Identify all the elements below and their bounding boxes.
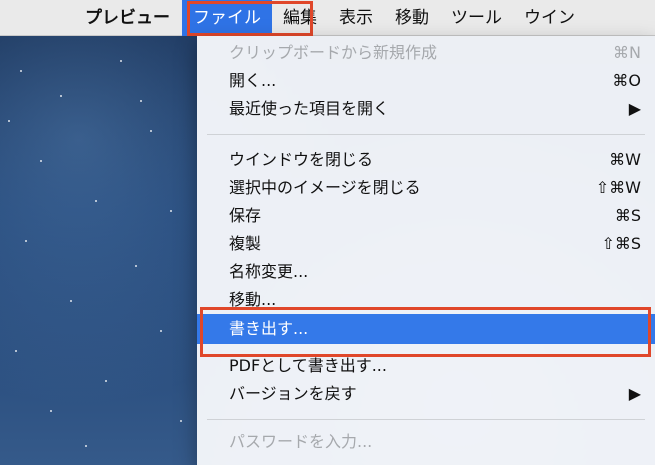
menu-item-label: 開く... — [229, 71, 277, 90]
menu-item-label: ウインドウを閉じる — [229, 150, 374, 169]
menu-separator — [207, 419, 645, 420]
menu-item-save[interactable]: 保存 ⌘S — [197, 202, 655, 230]
shortcut-label: ⌘W — [609, 150, 641, 169]
menubar-edit[interactable]: 編集 — [272, 0, 328, 36]
menu-item-new-from-clipboard[interactable]: クリップボードから新規作成 ⌘N — [197, 39, 655, 67]
menu-separator — [207, 134, 645, 135]
menu-item-label: パスワードを入力... — [229, 432, 373, 451]
submenu-arrow-icon: ▶ — [628, 99, 641, 118]
shortcut-label: ⌘N — [613, 43, 641, 62]
menu-item-move[interactable]: 移動... — [197, 286, 655, 314]
menu-item-open-recent[interactable]: 最近使った項目を開く ▶ — [197, 95, 655, 123]
menu-item-label: 複製 — [229, 234, 262, 253]
menu-item-label: 書き出す... — [229, 319, 309, 338]
shortcut-label: ⌘S — [614, 206, 641, 225]
menu-item-label: 選択中のイメージを閉じる — [229, 178, 421, 197]
menubar-view[interactable]: 表示 — [328, 0, 384, 36]
menubar-window[interactable]: ウイン — [513, 0, 586, 36]
shortcut-label: ⌘O — [612, 71, 641, 90]
menubar-tools[interactable]: ツール — [440, 0, 513, 36]
menubar-app-name[interactable]: プレビュー — [74, 0, 182, 36]
menubar-file[interactable]: ファイル — [182, 0, 272, 36]
menu-bar: プレビュー ファイル 編集 表示 移動 ツール ウイン — [0, 0, 655, 36]
file-menu-dropdown: クリップボードから新規作成 ⌘N 開く... ⌘O 最近使った項目を開く ▶ ウ… — [197, 36, 655, 465]
menu-item-label: バージョンを戻す — [229, 384, 357, 403]
menu-item-export-as-pdf[interactable]: PDFとして書き出す... — [197, 352, 655, 380]
shortcut-label: ⇧⌘W — [595, 178, 641, 197]
shortcut-label: ⇧⌘S — [601, 234, 641, 253]
menu-item-enter-password[interactable]: パスワードを入力... — [197, 428, 655, 456]
menu-item-close-selected-image[interactable]: 選択中のイメージを閉じる ⇧⌘W — [197, 174, 655, 202]
menu-item-label: 保存 — [229, 206, 262, 225]
menu-item-duplicate[interactable]: 複製 ⇧⌘S — [197, 230, 655, 258]
menu-item-label: 最近使った項目を開く — [229, 99, 390, 118]
menu-item-label: 名称変更... — [229, 262, 309, 281]
submenu-arrow-icon: ▶ — [628, 384, 641, 403]
menu-item-close-window[interactable]: ウインドウを閉じる ⌘W — [197, 146, 655, 174]
menu-item-label: 移動... — [229, 290, 277, 309]
menu-item-export[interactable]: 書き出す... — [197, 314, 655, 344]
menu-item-rename[interactable]: 名称変更... — [197, 258, 655, 286]
menu-item-label: クリップボードから新規作成 — [229, 43, 438, 62]
menu-item-label: PDFとして書き出す... — [229, 356, 387, 375]
menu-item-revert-to[interactable]: バージョンを戻す ▶ — [197, 380, 655, 408]
menubar-go[interactable]: 移動 — [384, 0, 440, 36]
menu-item-open[interactable]: 開く... ⌘O — [197, 67, 655, 95]
